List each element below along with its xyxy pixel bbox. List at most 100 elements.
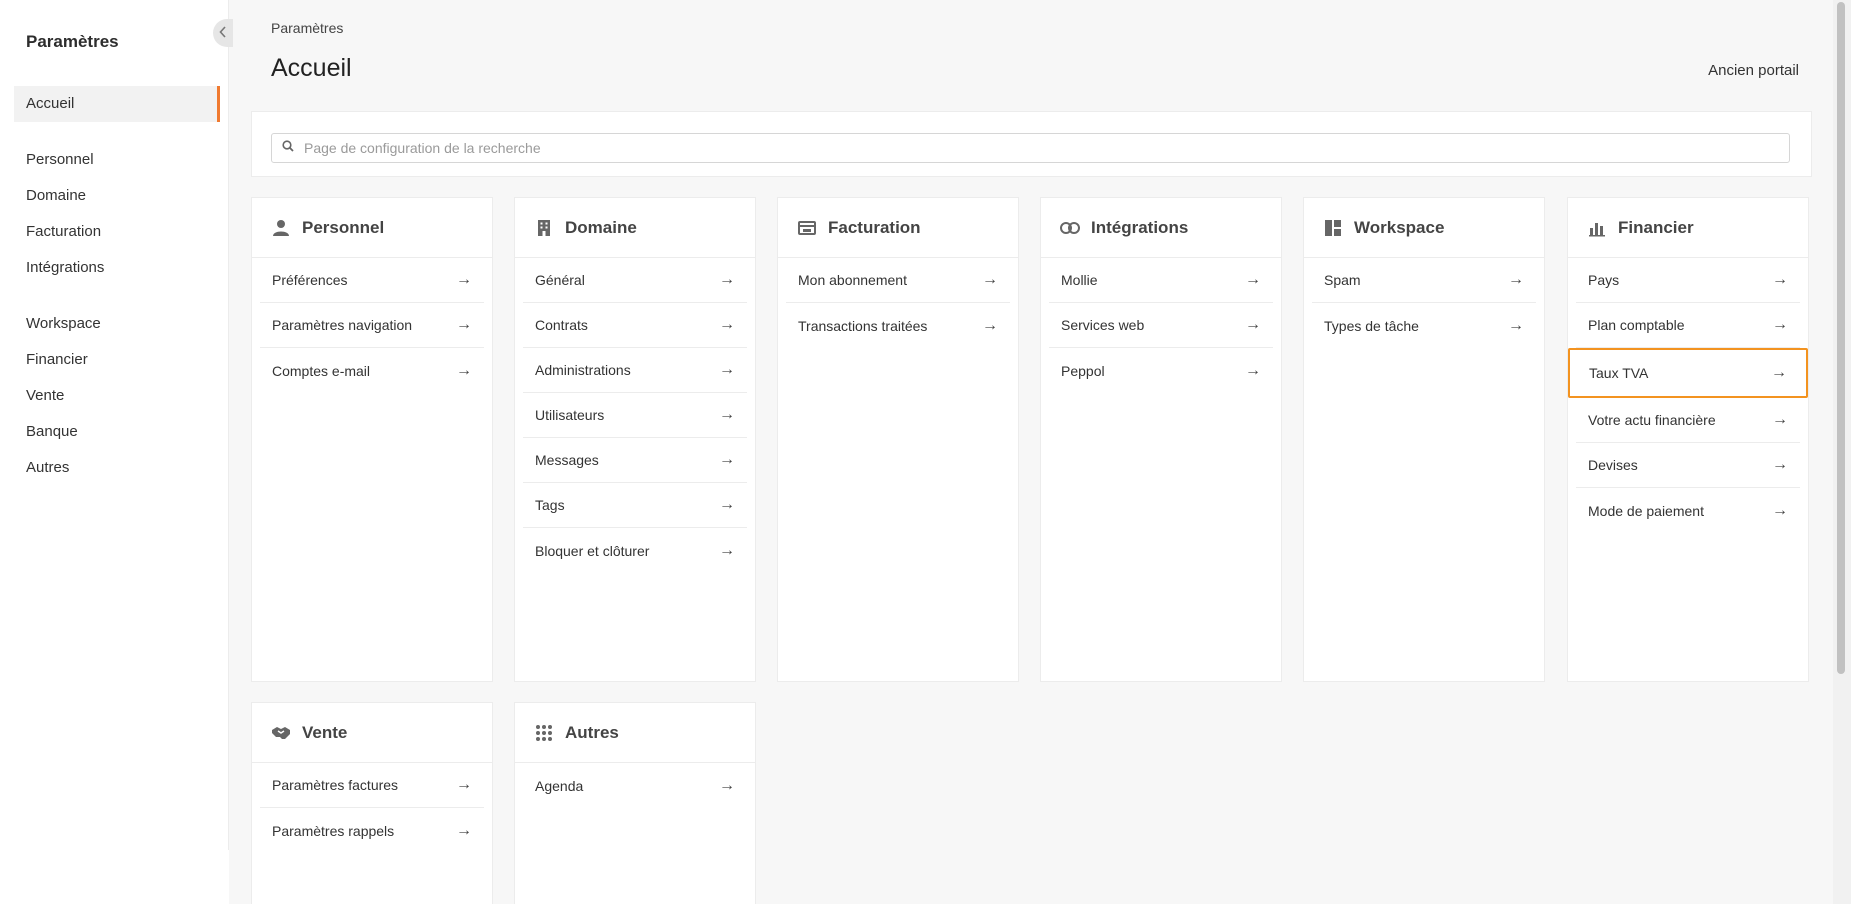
link-label: Types de tâche	[1324, 317, 1419, 334]
sidebar-item-financier[interactable]: Financier	[14, 342, 220, 378]
arrow-right-icon: →	[719, 406, 735, 423]
arrow-right-icon: →	[1772, 411, 1788, 428]
link-label: Utilisateurs	[535, 407, 605, 423]
search-icon	[282, 139, 294, 157]
card-vente: Vente Paramètres factures → Paramètres ra…	[251, 702, 493, 904]
link-parametres-rappels[interactable]: Paramètres rappels →	[260, 808, 484, 853]
card-facturation: Facturation Mon abonnement → Transactions…	[777, 197, 1019, 682]
card-autres: Autres Agenda →	[514, 702, 756, 904]
link-label: Mon abonnement	[798, 272, 907, 288]
arrow-right-icon: →	[456, 821, 472, 839]
arrow-right-icon: →	[456, 776, 472, 793]
link-parametres-navigation[interactable]: Paramètres navigation →	[260, 303, 484, 348]
link-label: Transactions traitées	[798, 317, 928, 334]
link-agenda[interactable]: Agenda →	[523, 763, 747, 808]
old-portal-link[interactable]: Ancien portail	[1708, 62, 1799, 79]
arrow-right-icon: →	[456, 316, 472, 333]
arrow-right-icon: →	[1772, 271, 1788, 288]
arrow-right-icon: →	[1772, 501, 1788, 519]
link-peppol[interactable]: Peppol →	[1049, 348, 1273, 393]
link-votre-actu-financiere[interactable]: Votre actu financière →	[1576, 398, 1800, 443]
scrollbar-thumb[interactable]	[1837, 2, 1845, 674]
breadcrumb[interactable]: Paramètres	[271, 20, 343, 36]
card-title: Domaine	[565, 217, 637, 237]
link-preferences[interactable]: Préférences →	[260, 258, 484, 303]
main-content: Paramètres Accueil Ancien portail Person…	[229, 0, 1833, 904]
link-label: Administrations	[535, 362, 631, 378]
link-label: Mollie	[1061, 272, 1098, 288]
link-services-web[interactable]: Services web →	[1049, 303, 1273, 348]
link-mon-abonnement[interactable]: Mon abonnement →	[786, 258, 1010, 303]
vertical-scrollbar[interactable]	[1833, 0, 1851, 904]
card-title: Vente	[302, 722, 348, 742]
card-header: Financier	[1568, 198, 1808, 258]
card-header: Intégrations	[1041, 198, 1281, 258]
card-header: Workspace	[1304, 198, 1544, 258]
bar-chart-icon	[1587, 218, 1607, 238]
arrow-right-icon: →	[719, 361, 735, 378]
arrow-right-icon: →	[982, 316, 998, 334]
link-label: Votre actu financière	[1588, 412, 1716, 428]
link-bloquer-cloturer[interactable]: Bloquer et clôturer →	[523, 528, 747, 573]
sidebar-item-workspace[interactable]: Workspace	[14, 306, 220, 342]
link-mollie[interactable]: Mollie →	[1049, 258, 1273, 303]
card-title: Workspace	[1354, 217, 1445, 237]
card-title: Intégrations	[1091, 217, 1189, 237]
arrow-right-icon: →	[1772, 456, 1788, 473]
search-field[interactable]	[271, 133, 1790, 163]
building-icon	[534, 218, 554, 238]
link-transactions-traitees[interactable]: Transactions traitées →	[786, 303, 1010, 348]
link-spam[interactable]: Spam →	[1312, 258, 1536, 303]
arrow-right-icon: →	[719, 271, 735, 288]
arrow-right-icon: →	[1245, 271, 1261, 288]
sidebar-item-facturation[interactable]: Facturation	[14, 214, 220, 250]
link-administrations[interactable]: Administrations →	[523, 348, 747, 393]
link-icon	[1060, 218, 1080, 238]
link-label: Plan comptable	[1588, 317, 1685, 333]
card-title: Facturation	[828, 217, 921, 237]
sidebar-item-vente[interactable]: Vente	[14, 378, 220, 414]
card-domaine: Domaine Général → Contrats → Administratio…	[514, 197, 756, 682]
grid-icon	[534, 723, 554, 743]
arrow-right-icon: →	[719, 776, 735, 794]
link-devises[interactable]: Devises →	[1576, 443, 1800, 488]
page-title: Accueil	[271, 54, 352, 82]
sidebar-item-integrations[interactable]: Intégrations	[14, 250, 220, 286]
link-label: Préférences	[272, 272, 348, 288]
handshake-icon	[271, 723, 291, 743]
sidebar: Paramètres Accueil Personnel Domaine Fac…	[0, 0, 229, 850]
billing-icon	[797, 218, 817, 238]
link-comptes-email[interactable]: Comptes e-mail →	[260, 348, 484, 393]
link-mode-de-paiement[interactable]: Mode de paiement →	[1576, 488, 1800, 533]
link-plan-comptable[interactable]: Plan comptable →	[1576, 303, 1800, 348]
arrow-right-icon: →	[456, 361, 472, 379]
arrow-right-icon: →	[1772, 316, 1788, 333]
link-messages[interactable]: Messages →	[523, 438, 747, 483]
link-label: Spam	[1324, 272, 1361, 288]
arrow-right-icon: →	[1771, 364, 1787, 381]
card-header: Facturation	[778, 198, 1018, 258]
card-personnel: Personnel Préférences → Paramètres naviga…	[251, 197, 493, 682]
search-input[interactable]	[304, 140, 1789, 156]
card-header: Autres	[515, 703, 755, 763]
link-types-de-tache[interactable]: Types de tâche →	[1312, 303, 1536, 348]
card-header: Personnel	[252, 198, 492, 258]
arrow-right-icon: →	[1508, 316, 1524, 334]
arrow-right-icon: →	[1508, 271, 1524, 288]
link-taux-tva[interactable]: Taux TVA →	[1568, 348, 1808, 398]
sidebar-title: Paramètres	[26, 32, 119, 51]
link-contrats[interactable]: Contrats →	[523, 303, 747, 348]
link-label: Paramètres rappels	[272, 822, 395, 839]
link-tags[interactable]: Tags →	[523, 483, 747, 528]
sidebar-item-autres[interactable]: Autres	[14, 450, 220, 486]
arrow-right-icon: →	[719, 451, 735, 468]
link-general[interactable]: Général →	[523, 258, 747, 303]
sidebar-item-personnel[interactable]: Personnel	[14, 142, 220, 178]
link-pays[interactable]: Pays →	[1576, 258, 1800, 303]
workspace-icon	[1323, 218, 1343, 238]
link-utilisateurs[interactable]: Utilisateurs →	[523, 393, 747, 438]
sidebar-item-accueil[interactable]: Accueil	[14, 86, 220, 122]
link-parametres-factures[interactable]: Paramètres factures →	[260, 763, 484, 808]
sidebar-item-banque[interactable]: Banque	[14, 414, 220, 450]
sidebar-item-domaine[interactable]: Domaine	[14, 178, 220, 214]
